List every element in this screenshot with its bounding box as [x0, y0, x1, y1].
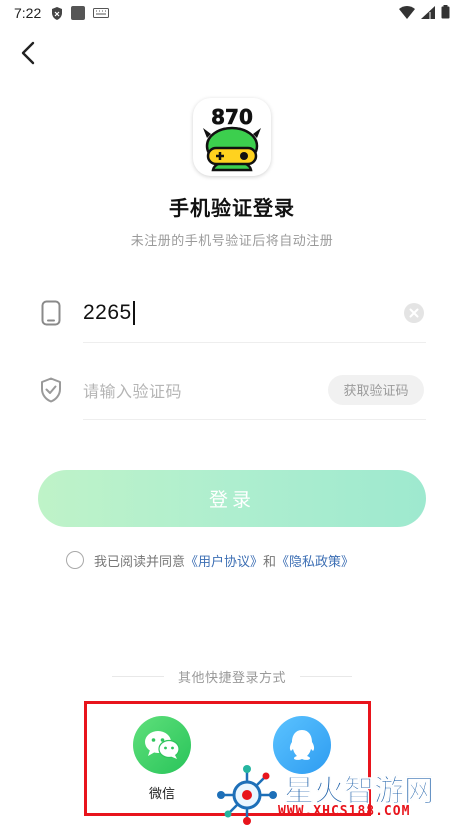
- battery-icon: [441, 5, 450, 19]
- code-input[interactable]: 请输入验证码 获取验证码: [83, 360, 426, 420]
- other-login-label: 其他快捷登录方式: [177, 670, 286, 686]
- app-logo: 870: [193, 98, 271, 176]
- login-button[interactable]: 登录: [38, 470, 426, 527]
- other-login-divider: 其他快捷登录方式: [0, 666, 464, 686]
- privacy-policy-link[interactable]: 《隐私政策》: [276, 551, 354, 570]
- agreement-conjunction: 和: [263, 554, 277, 570]
- back-button[interactable]: [14, 38, 42, 68]
- keyboard-status-icon: [93, 8, 110, 18]
- mascot-logo-icon: 870: [203, 105, 261, 172]
- logo-text: 870: [211, 105, 253, 129]
- agreement-checkbox[interactable]: [66, 551, 84, 569]
- watermark-url: WWW.XHCS188.COM: [278, 804, 411, 819]
- code-field-row: 请输入验证码 获取验证码: [38, 360, 426, 420]
- phone-input[interactable]: 2265: [83, 283, 426, 343]
- status-time: 7:22: [14, 5, 42, 21]
- phone-field-row: 2265: [38, 283, 426, 343]
- divider-line-left: [111, 675, 164, 677]
- signal-icon: [421, 5, 435, 19]
- agreement-prefix: 我已阅读并同意: [94, 554, 186, 570]
- user-agreement-link[interactable]: 《用户协议》: [185, 551, 263, 570]
- page-title: 手机验证登录: [169, 196, 295, 220]
- code-input-placeholder: 请输入验证码: [83, 381, 183, 401]
- status-system-icons: [399, 5, 450, 19]
- watermark: 星火智游网 WWW.XHCS188.COM: [212, 762, 464, 826]
- app-status-icon: [71, 6, 86, 20]
- phone-input-value: 2265: [83, 300, 132, 324]
- shield-icon: [38, 377, 64, 403]
- page-subtitle: 未注册的手机号验证后将自动注册: [130, 234, 334, 249]
- wifi-icon: [399, 5, 415, 19]
- chevron-left-icon: [21, 41, 35, 65]
- status-notifications: [51, 6, 110, 20]
- get-code-button[interactable]: 获取验证码: [328, 374, 424, 405]
- agreement-row: 我已阅读并同意 《用户协议》 和 《隐私政策》: [66, 550, 354, 570]
- status-bar: 7:22: [0, 0, 464, 26]
- shield-status-icon: [52, 6, 63, 20]
- clear-circle-icon[interactable]: [404, 302, 424, 323]
- phone-icon: [38, 300, 64, 326]
- divider-line-right: [300, 675, 352, 677]
- text-cursor: [132, 300, 135, 325]
- watermark-logo-icon: [217, 765, 277, 825]
